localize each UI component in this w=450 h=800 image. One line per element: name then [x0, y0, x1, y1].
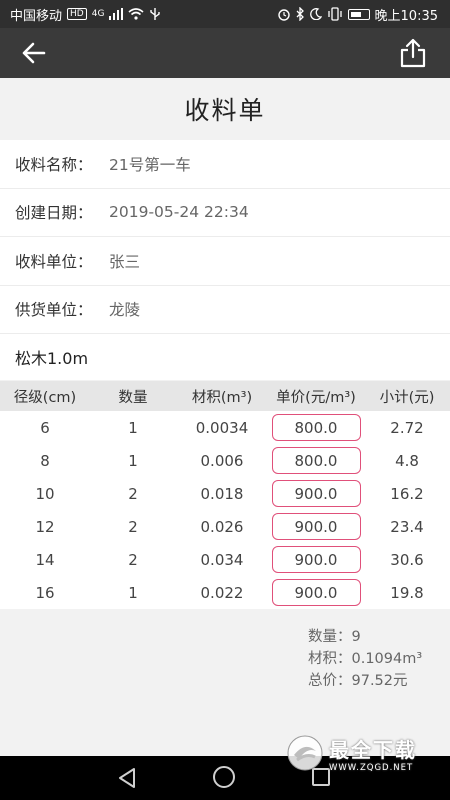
cell-subtotal: 19.8 [390, 583, 424, 602]
cell-quantity: 1 [128, 583, 138, 602]
cell-unit-price: 800.0 [268, 447, 364, 474]
nav-recent-apps-icon[interactable] [312, 768, 330, 786]
cell-subtotal: 4.8 [395, 451, 419, 470]
cell-diameter: 14 [35, 550, 55, 569]
info-label: 收料单位： [15, 252, 93, 271]
page-title: 收料单 [0, 78, 450, 140]
cell-subtotal: 30.6 [390, 550, 424, 569]
unit-price-input[interactable]: 800.0 [271, 414, 361, 441]
status-time: 晚上10:35 [374, 8, 438, 24]
cell-unit-price: 900.0 [268, 546, 364, 573]
unit-price-input[interactable]: 900.0 [271, 546, 361, 573]
cell-diameter: 10 [35, 484, 55, 503]
share-button[interactable] [398, 37, 428, 69]
table-row: 6 1 0.0034 800.0 2.72 [0, 411, 450, 444]
info-row-created-date: 创建日期： 2019-05-24 22:34 [0, 189, 450, 237]
cell-volume: 0.022 [200, 583, 244, 602]
wood-type-label: 松木1.0m [15, 349, 89, 368]
cell-diameter: 8 [40, 451, 50, 470]
battery-icon [347, 8, 370, 20]
cell-subtotal: 23.4 [390, 517, 424, 536]
app-bar [0, 28, 450, 78]
nav-home-icon[interactable] [213, 766, 235, 788]
moon-icon [309, 8, 322, 20]
wifi-icon [128, 8, 144, 20]
status-right: 晚上10:35 [277, 5, 438, 24]
nav-back-icon[interactable] [117, 767, 137, 789]
info-section: 收料名称： 21号第一车 创建日期： 2019-05-24 22:34 收料单位… [0, 140, 450, 380]
cell-unit-price: 800.0 [268, 414, 364, 441]
info-row-receiver: 收料单位： 张三 [0, 237, 450, 286]
summary-quantity: 数量：9 [308, 629, 361, 645]
summary-total: 总价：97.52元 [308, 673, 408, 689]
usb-icon [150, 8, 161, 20]
info-row-supplier: 供货单位： 龙陵 [0, 286, 450, 334]
hd-icon: HD [67, 8, 87, 20]
cell-quantity: 1 [128, 418, 138, 437]
status-bar: 中国移动 HD 4G 晚上10:35 [0, 0, 450, 28]
cell-volume: 0.034 [200, 550, 244, 569]
column-header-volume: 材积(m³) [191, 389, 253, 406]
share-icon [400, 38, 426, 68]
cell-unit-price: 900.0 [268, 513, 364, 540]
unit-price-input[interactable]: 900.0 [271, 579, 361, 606]
table-header: 径级(cm) 数量 材积(m³) 单价(元/m³) 小计(元) [0, 381, 450, 411]
table-row: 14 2 0.034 900.0 30.6 [0, 543, 450, 576]
cell-quantity: 2 [128, 550, 138, 569]
cell-diameter: 6 [40, 418, 50, 437]
arrow-left-icon [22, 42, 46, 64]
alarm-icon [277, 9, 290, 21]
cell-volume: 0.0034 [195, 418, 249, 437]
bluetooth-icon [296, 7, 304, 21]
cell-unit-price: 900.0 [268, 480, 364, 507]
cell-quantity: 2 [128, 517, 138, 536]
info-label: 创建日期： [15, 204, 93, 223]
vibrate-icon [327, 7, 342, 21]
column-header-unit-price: 单价(元/m³) [276, 389, 356, 406]
cell-subtotal: 16.2 [390, 484, 424, 503]
table-body: 6 1 0.0034 800.0 2.72 8 1 0.006 800.0 4.… [0, 411, 450, 609]
cell-unit-price: 900.0 [268, 579, 364, 606]
cell-diameter: 12 [35, 517, 55, 536]
info-label: 收料名称： [15, 155, 93, 174]
info-value: 龙陵 [109, 301, 141, 320]
cell-subtotal: 2.72 [390, 418, 424, 437]
table-row: 12 2 0.026 900.0 23.4 [0, 510, 450, 543]
column-header-quantity: 数量 [118, 389, 148, 406]
summary: 数量：9 材积：0.1094m³ 总价：97.52元 [308, 626, 422, 692]
unit-price-input[interactable]: 900.0 [271, 480, 361, 507]
info-value: 张三 [109, 252, 141, 271]
info-label: 供货单位： [15, 301, 93, 320]
summary-volume: 材积：0.1094m³ [308, 651, 423, 667]
cell-volume: 0.026 [200, 517, 244, 536]
cell-quantity: 2 [128, 484, 138, 503]
network-type: 4G [91, 9, 105, 19]
info-value: 2019-05-24 22:34 [109, 203, 249, 222]
unit-price-input[interactable]: 900.0 [271, 513, 361, 540]
cell-volume: 0.006 [200, 451, 244, 470]
system-nav-bar [0, 756, 450, 800]
back-button[interactable] [20, 39, 50, 67]
cell-quantity: 1 [128, 451, 138, 470]
table-row: 16 1 0.022 900.0 19.8 [0, 576, 450, 609]
info-row-receipt-name: 收料名称： 21号第一车 [0, 140, 450, 189]
cell-volume: 0.018 [200, 484, 244, 503]
signal-icon [109, 8, 124, 20]
table-row: 10 2 0.018 900.0 16.2 [0, 477, 450, 510]
unit-price-input[interactable]: 800.0 [271, 447, 361, 474]
cell-diameter: 16 [35, 583, 55, 602]
column-header-diameter: 径级(cm) [13, 389, 77, 406]
column-header-subtotal: 小计(元) [379, 389, 435, 406]
status-left: 中国移动 HD 4G [10, 5, 161, 24]
carrier-label: 中国移动 [10, 8, 63, 24]
info-value: 21号第一车 [109, 155, 191, 174]
table-row: 8 1 0.006 800.0 4.8 [0, 444, 450, 477]
